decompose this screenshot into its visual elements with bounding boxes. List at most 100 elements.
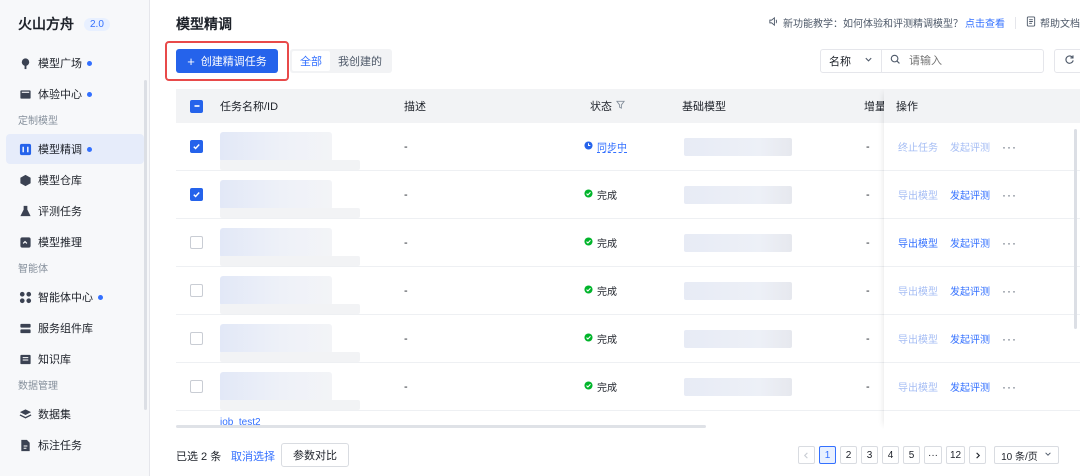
page-button[interactable]: 4 xyxy=(882,446,899,464)
knowledge-icon xyxy=(18,352,32,366)
row-action-primary[interactable]: 导出模型 xyxy=(898,331,938,346)
sidebar-item[interactable]: 体验中心 xyxy=(6,79,144,109)
refresh-button[interactable] xyxy=(1054,49,1080,73)
col-status-label: 状态 xyxy=(590,101,612,113)
redacted-task-name[interactable] xyxy=(220,227,360,266)
more-icon[interactable]: ··· xyxy=(1002,236,1017,250)
more-icon[interactable]: ··· xyxy=(1002,188,1017,202)
param-compare-button[interactable]: 参数对比 xyxy=(281,443,349,467)
sidebar-item[interactable]: 模型推理 xyxy=(6,227,144,257)
more-icon[interactable]: ··· xyxy=(1002,380,1017,394)
row-action-primary[interactable]: 导出模型 xyxy=(898,187,938,202)
vertical-scrollbar[interactable] xyxy=(1074,129,1077,329)
status-badge: 完成 xyxy=(584,235,617,250)
page-ellipsis[interactable]: ··· xyxy=(924,446,942,464)
row-action-primary[interactable]: 终止任务 xyxy=(898,139,938,154)
col-status: 状态 xyxy=(590,89,625,123)
task-name-cell xyxy=(220,219,360,266)
row-checkbox[interactable] xyxy=(190,380,203,393)
redacted-task-name[interactable] xyxy=(220,323,360,362)
row-checkbox[interactable] xyxy=(190,188,203,201)
status-badge[interactable]: 同步中 xyxy=(584,139,627,154)
component-icon xyxy=(18,321,32,335)
start-evaluation-link[interactable]: 发起评测 xyxy=(950,187,990,202)
agent-grid-icon xyxy=(18,290,32,304)
row-checkbox[interactable] xyxy=(190,140,203,153)
sidebar-item[interactable]: 服务组件库 xyxy=(6,313,144,343)
row-actions: 导出模型 发起评测 ··· xyxy=(884,219,1080,267)
redacted-task-name[interactable] xyxy=(220,131,360,170)
annotate-icon xyxy=(18,438,32,452)
sidebar-item[interactable]: 模型广场 xyxy=(6,48,144,78)
row-actions: 导出模型 发起评测 ··· xyxy=(884,171,1080,219)
start-evaluation-link[interactable]: 发起评测 xyxy=(950,283,990,298)
prev-page-button[interactable] xyxy=(798,446,815,464)
more-icon[interactable]: ··· xyxy=(1002,332,1017,346)
status-text: 完成 xyxy=(597,383,617,394)
tab-mine[interactable]: 我创建的 xyxy=(330,51,390,71)
sidebar-scrollbar[interactable] xyxy=(144,80,147,410)
sidebar-group-label: 定制模型 xyxy=(18,116,58,127)
create-finetune-task-button[interactable]: + 创建精调任务 xyxy=(176,49,278,73)
desc-cell: - xyxy=(404,236,408,249)
brand[interactable]: 火山方舟 2.0 xyxy=(18,14,110,34)
start-evaluation-link[interactable]: 发起评测 xyxy=(950,331,990,346)
redacted-base-model xyxy=(684,185,792,204)
search-box[interactable] xyxy=(881,49,1044,73)
row-checkbox[interactable] xyxy=(190,284,203,297)
page-size-select[interactable]: 10 条/页 xyxy=(994,446,1059,464)
tab-all[interactable]: 全部 xyxy=(292,51,330,71)
select-all-checkbox[interactable] xyxy=(190,89,203,123)
start-evaluation-link[interactable]: 发起评测 xyxy=(950,235,990,250)
cancel-selection-link[interactable]: 取消选择 xyxy=(231,448,275,464)
sidebar-item-label: 数据集 xyxy=(38,409,71,421)
filter-field-select[interactable]: 名称 xyxy=(820,49,882,73)
success-check-icon xyxy=(584,380,593,393)
sidebar-item[interactable]: 模型精调 xyxy=(6,134,144,164)
doc-icon xyxy=(1026,15,1036,30)
redacted-base-model xyxy=(684,137,792,156)
row-checkbox[interactable] xyxy=(190,332,203,345)
redacted-task-name[interactable] xyxy=(220,275,360,314)
redacted-task-name[interactable] xyxy=(220,179,360,218)
sidebar-item-label: 模型广场 xyxy=(38,58,82,70)
filter-icon[interactable] xyxy=(616,100,625,112)
tutorial-link[interactable]: 点击查看 xyxy=(965,15,1005,30)
table-footer: 已选 2 条 取消选择 参数对比 1 2 3 4 5 ··· 12 10 条/页 xyxy=(150,440,1080,476)
start-evaluation-link[interactable]: 发起评测 xyxy=(950,139,990,154)
page-button[interactable]: 5 xyxy=(903,446,920,464)
sidebar-item[interactable]: 数据集 xyxy=(6,399,144,429)
search-input[interactable] xyxy=(909,55,1029,67)
col-name: 任务名称/ID xyxy=(220,101,279,113)
more-icon[interactable]: ··· xyxy=(1002,284,1017,298)
more-icon[interactable]: ··· xyxy=(1002,140,1017,154)
row-checkbox-cell xyxy=(190,315,203,362)
sidebar-group-label: 智能体 xyxy=(18,264,48,275)
sidebar-item-label: 服务组件库 xyxy=(38,323,93,335)
base-model-cell xyxy=(684,123,792,170)
incremental-cell: - xyxy=(866,236,870,249)
status-text: 完成 xyxy=(597,287,617,298)
page-button[interactable]: 2 xyxy=(840,446,857,464)
sync-clock-icon xyxy=(584,140,593,153)
new-dot-badge xyxy=(98,294,103,300)
redacted-task-name[interactable] xyxy=(220,371,360,410)
row-checkbox[interactable] xyxy=(190,236,203,249)
sidebar-item[interactable]: 模型仓库 xyxy=(6,165,144,195)
row-action-primary[interactable]: 导出模型 xyxy=(898,283,938,298)
sidebar-item[interactable]: 标注任务 xyxy=(6,430,144,460)
row-action-primary[interactable]: 导出模型 xyxy=(898,379,938,394)
status-cell: 同步中 xyxy=(584,123,627,170)
next-page-button[interactable] xyxy=(969,446,987,464)
sidebar-item[interactable]: 知识库 xyxy=(6,344,144,374)
page-button[interactable]: 12 xyxy=(946,446,966,464)
checkbox-indeterminate[interactable] xyxy=(190,99,203,113)
horizontal-scrollbar[interactable] xyxy=(176,425,706,428)
sidebar-item[interactable]: 智能体中心 xyxy=(6,282,144,312)
start-evaluation-link[interactable]: 发起评测 xyxy=(950,379,990,394)
help-doc-link[interactable]: 帮助文档 xyxy=(1040,15,1080,30)
sidebar-item[interactable]: 评测任务 xyxy=(6,196,144,226)
row-action-primary[interactable]: 导出模型 xyxy=(898,235,938,250)
page-button[interactable]: 1 xyxy=(819,446,836,464)
page-button[interactable]: 3 xyxy=(861,446,878,464)
